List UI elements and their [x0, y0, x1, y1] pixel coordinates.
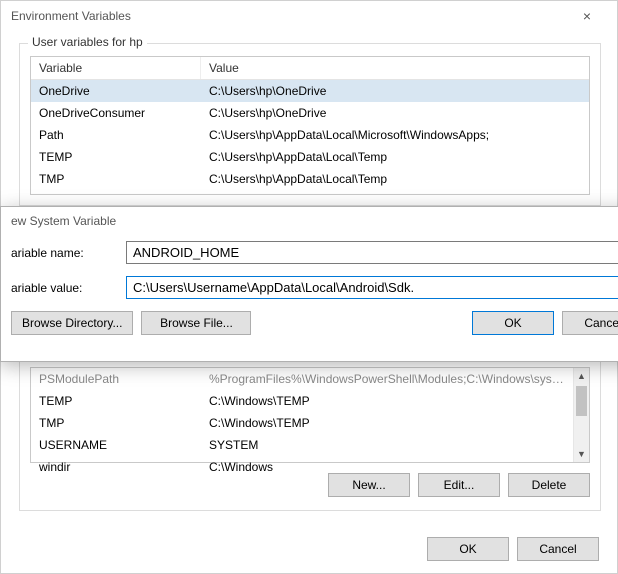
cell-variable: OneDrive	[31, 82, 201, 100]
cell-value: C:\Users\hp\AppData\Local\Temp	[201, 148, 589, 166]
browse-directory-button[interactable]: Browse Directory...	[11, 311, 133, 335]
scrollbar[interactable]: ▲ ▼	[573, 368, 589, 462]
bottom-buttons: OK Cancel	[427, 537, 599, 561]
variable-value-label: ariable value:	[11, 281, 126, 295]
cell-variable: TMP	[31, 170, 201, 188]
cell-variable: TEMP	[31, 392, 201, 410]
modal-buttons-row: Browse Directory... Browse File... OK Ca…	[11, 311, 618, 335]
table-row[interactable]: TMPC:\Users\hp\AppData\Local\Temp	[31, 168, 589, 190]
ok-button[interactable]: OK	[427, 537, 509, 561]
variable-name-label: ariable name:	[11, 246, 126, 260]
table-row[interactable]: USERNAMESYSTEM	[31, 434, 573, 456]
cell-value: C:\Windows\TEMP	[201, 414, 573, 432]
scroll-down-icon[interactable]: ▼	[574, 446, 589, 462]
scrollbar-thumb[interactable]	[576, 386, 587, 416]
table-header: Variable Value	[31, 57, 589, 80]
cell-value: %ProgramFiles%\WindowsPowerShell\Modules…	[201, 370, 573, 388]
cell-value: C:\Users\hp\OneDrive	[201, 104, 589, 122]
modal-ok-button[interactable]: OK	[472, 311, 554, 335]
modal-titlebar: ew System Variable ›	[1, 207, 618, 235]
new-system-variable-dialog: ew System Variable › ariable name: ariab…	[0, 206, 618, 362]
table-row[interactable]: windirC:\Windows	[31, 456, 573, 478]
cell-value: SYSTEM	[201, 436, 573, 454]
cell-variable: OneDriveConsumer	[31, 104, 201, 122]
close-icon[interactable]: ×	[567, 8, 607, 24]
user-variables-group: User variables for hp Variable Value One…	[19, 43, 601, 206]
content-area: User variables for hp Variable Value One…	[1, 31, 617, 228]
cell-value: C:\Users\hp\AppData\Local\Temp	[201, 170, 589, 188]
titlebar: Environment Variables ×	[1, 1, 617, 31]
variable-name-input[interactable]	[126, 241, 618, 264]
cancel-button[interactable]: Cancel	[517, 537, 599, 561]
user-variables-table[interactable]: Variable Value OneDriveC:\Users\hp\OneDr…	[30, 56, 590, 195]
table-row[interactable]: TEMPC:\Windows\TEMP	[31, 390, 573, 412]
column-variable[interactable]: Variable	[31, 57, 201, 79]
column-value[interactable]: Value	[201, 57, 589, 79]
table-row[interactable]: TEMPC:\Users\hp\AppData\Local\Temp	[31, 146, 589, 168]
browse-file-button[interactable]: Browse File...	[141, 311, 251, 335]
modal-cancel-button[interactable]: Cancel	[562, 311, 618, 335]
table-row[interactable]: OneDriveC:\Users\hp\OneDrive	[31, 80, 589, 102]
scroll-up-icon[interactable]: ▲	[574, 368, 589, 384]
table-row[interactable]: PSModulePath%ProgramFiles%\WindowsPowerS…	[31, 368, 573, 390]
cell-value: C:\Windows\TEMP	[201, 392, 573, 410]
variable-value-input[interactable]	[126, 276, 618, 299]
cell-value: C:\Users\hp\OneDrive	[201, 82, 589, 100]
window-title: Environment Variables	[11, 9, 131, 23]
cell-variable: windir	[31, 458, 201, 476]
table-row[interactable]: PathC:\Users\hp\AppData\Local\Microsoft\…	[31, 124, 589, 146]
variable-name-row: ariable name:	[11, 241, 618, 264]
cell-variable: TEMP	[31, 148, 201, 166]
user-group-label: User variables for hp	[28, 35, 147, 49]
cell-value: C:\Windows	[201, 458, 573, 476]
system-variables-table[interactable]: PSModulePath%ProgramFiles%\WindowsPowerS…	[30, 367, 590, 463]
variable-value-row: ariable value:	[11, 276, 618, 299]
system-variables-group: PSModulePath%ProgramFiles%\WindowsPowerS…	[19, 361, 601, 511]
cell-value: C:\Users\hp\AppData\Local\Microsoft\Wind…	[201, 126, 589, 144]
table-row[interactable]: OneDriveConsumerC:\Users\hp\OneDrive	[31, 102, 589, 124]
cell-variable: Path	[31, 126, 201, 144]
cell-variable: TMP	[31, 414, 201, 432]
cell-variable: PSModulePath	[31, 370, 201, 388]
cell-variable: USERNAME	[31, 436, 201, 454]
table-row[interactable]: TMPC:\Windows\TEMP	[31, 412, 573, 434]
modal-title: ew System Variable	[11, 214, 116, 228]
